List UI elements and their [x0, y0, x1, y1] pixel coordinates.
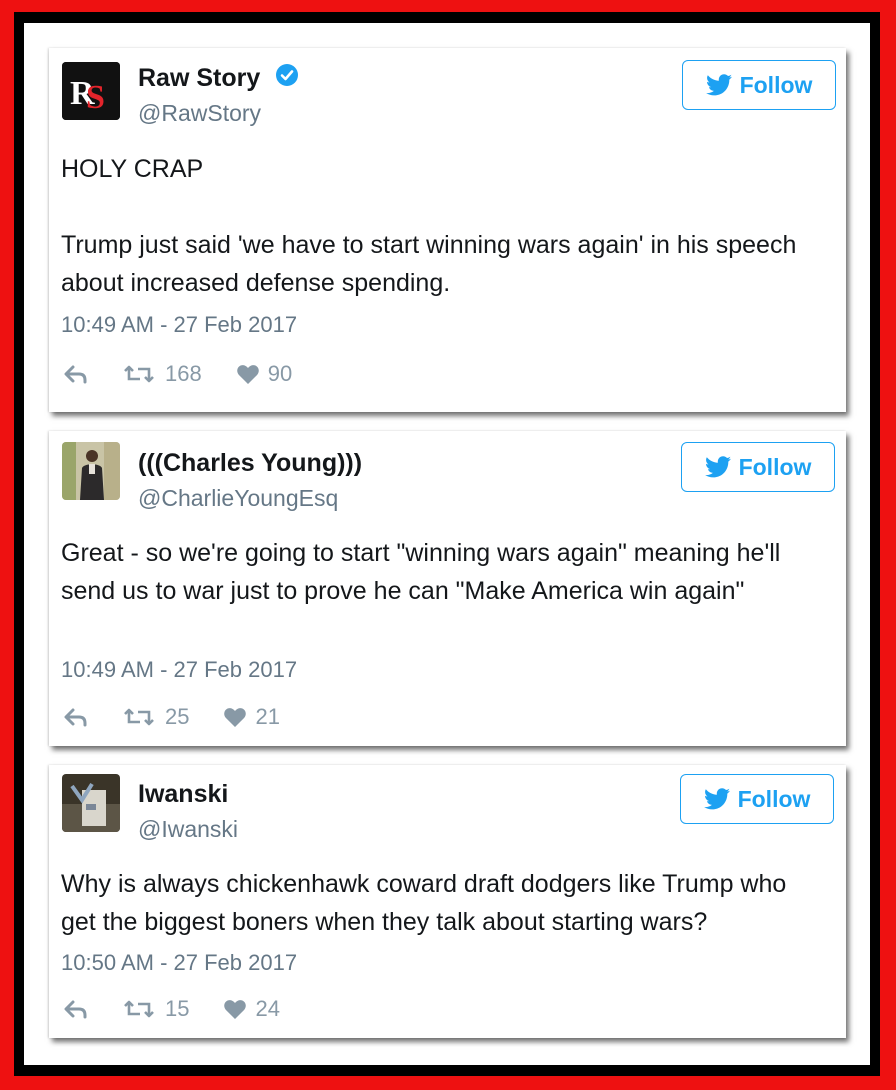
- display-name[interactable]: (((Charles Young))): [138, 449, 362, 478]
- timestamp[interactable]: 10:49 AM - 27 Feb 2017: [61, 312, 297, 338]
- heart-icon: [224, 1000, 247, 1019]
- tweet-paragraph: Trump just said 'we have to start winnin…: [61, 231, 797, 297]
- retweet-count: 168: [165, 361, 202, 386]
- retweet-button[interactable]: 15: [123, 996, 189, 1022]
- raw-story-logo: R S: [62, 62, 120, 120]
- timestamp[interactable]: 10:50 AM - 27 Feb 2017: [61, 950, 297, 976]
- tweet-actions: 25 21: [63, 702, 280, 732]
- follow-button[interactable]: Follow: [680, 774, 834, 824]
- user-handle[interactable]: @CharlieYoungEsq: [138, 485, 338, 512]
- like-button[interactable]: 21: [223, 704, 280, 730]
- reply-icon: [64, 708, 87, 727]
- twitter-bird-icon: [703, 788, 730, 810]
- tweet-text: Great - so we're going to start "winning…: [61, 534, 816, 610]
- follow-button[interactable]: Follow: [681, 442, 835, 492]
- like-button[interactable]: 24: [223, 996, 280, 1022]
- retweet-count: 25: [165, 704, 190, 729]
- reply-button[interactable]: [63, 999, 89, 1019]
- retweet-count: 15: [165, 996, 190, 1021]
- avatar[interactable]: [62, 442, 120, 500]
- tweet-text: Why is always chickenhawk coward draft d…: [61, 865, 816, 941]
- retweet-icon: [124, 365, 154, 383]
- retweet-button[interactable]: 25: [123, 704, 189, 730]
- heart-icon: [224, 708, 247, 727]
- like-count: 21: [255, 704, 280, 729]
- display-name[interactable]: Iwanski: [138, 780, 228, 809]
- twitter-bird-icon: [705, 74, 732, 96]
- tweet-actions: 168 90: [63, 359, 292, 389]
- follow-label: Follow: [739, 71, 813, 98]
- reply-icon: [64, 1000, 87, 1019]
- user-handle[interactable]: @Iwanski: [138, 816, 238, 843]
- tweet-card: Iwanski @Iwanski Follow Why is always ch…: [49, 765, 846, 1038]
- like-count: 24: [255, 996, 280, 1021]
- svg-text:S: S: [86, 79, 105, 116]
- heart-icon: [236, 365, 259, 384]
- avatar[interactable]: [62, 774, 120, 832]
- twitter-bird-icon: [704, 456, 731, 478]
- reply-button[interactable]: [63, 364, 89, 384]
- tweet-paragraph: Great - so we're going to start "winning…: [61, 539, 781, 605]
- iwanski-avatar: [62, 774, 120, 832]
- retweet-icon: [124, 708, 154, 726]
- display-name[interactable]: Raw Story: [138, 64, 299, 93]
- reply-button[interactable]: [63, 707, 89, 727]
- user-handle[interactable]: @RawStory: [138, 100, 261, 127]
- tweet-card: (((Charles Young))) @CharlieYoungEsq Fol…: [49, 431, 846, 746]
- tweet-paragraph: Why is always chickenhawk coward draft d…: [61, 870, 787, 936]
- retweet-button[interactable]: 168: [123, 361, 202, 387]
- avatar[interactable]: R S: [62, 62, 120, 120]
- tweet-card: R S Raw Story @RawStory Follow HOLY CRAP…: [49, 48, 846, 412]
- follow-label: Follow: [738, 453, 812, 480]
- timestamp[interactable]: 10:49 AM - 27 Feb 2017: [61, 657, 297, 683]
- retweet-icon: [124, 1000, 154, 1018]
- like-count: 90: [267, 361, 293, 386]
- verified-badge-icon: [276, 64, 299, 87]
- tweet-paragraph: HOLY CRAP: [61, 155, 204, 183]
- like-button[interactable]: 90: [236, 361, 292, 387]
- tweet-actions: 15 24: [63, 994, 280, 1024]
- follow-label: Follow: [737, 785, 811, 812]
- tweet-text: HOLY CRAP Trump just said 'we have to st…: [61, 150, 816, 302]
- follow-button[interactable]: Follow: [682, 60, 836, 110]
- charles-young-avatar: [62, 442, 120, 500]
- reply-icon: [64, 365, 87, 384]
